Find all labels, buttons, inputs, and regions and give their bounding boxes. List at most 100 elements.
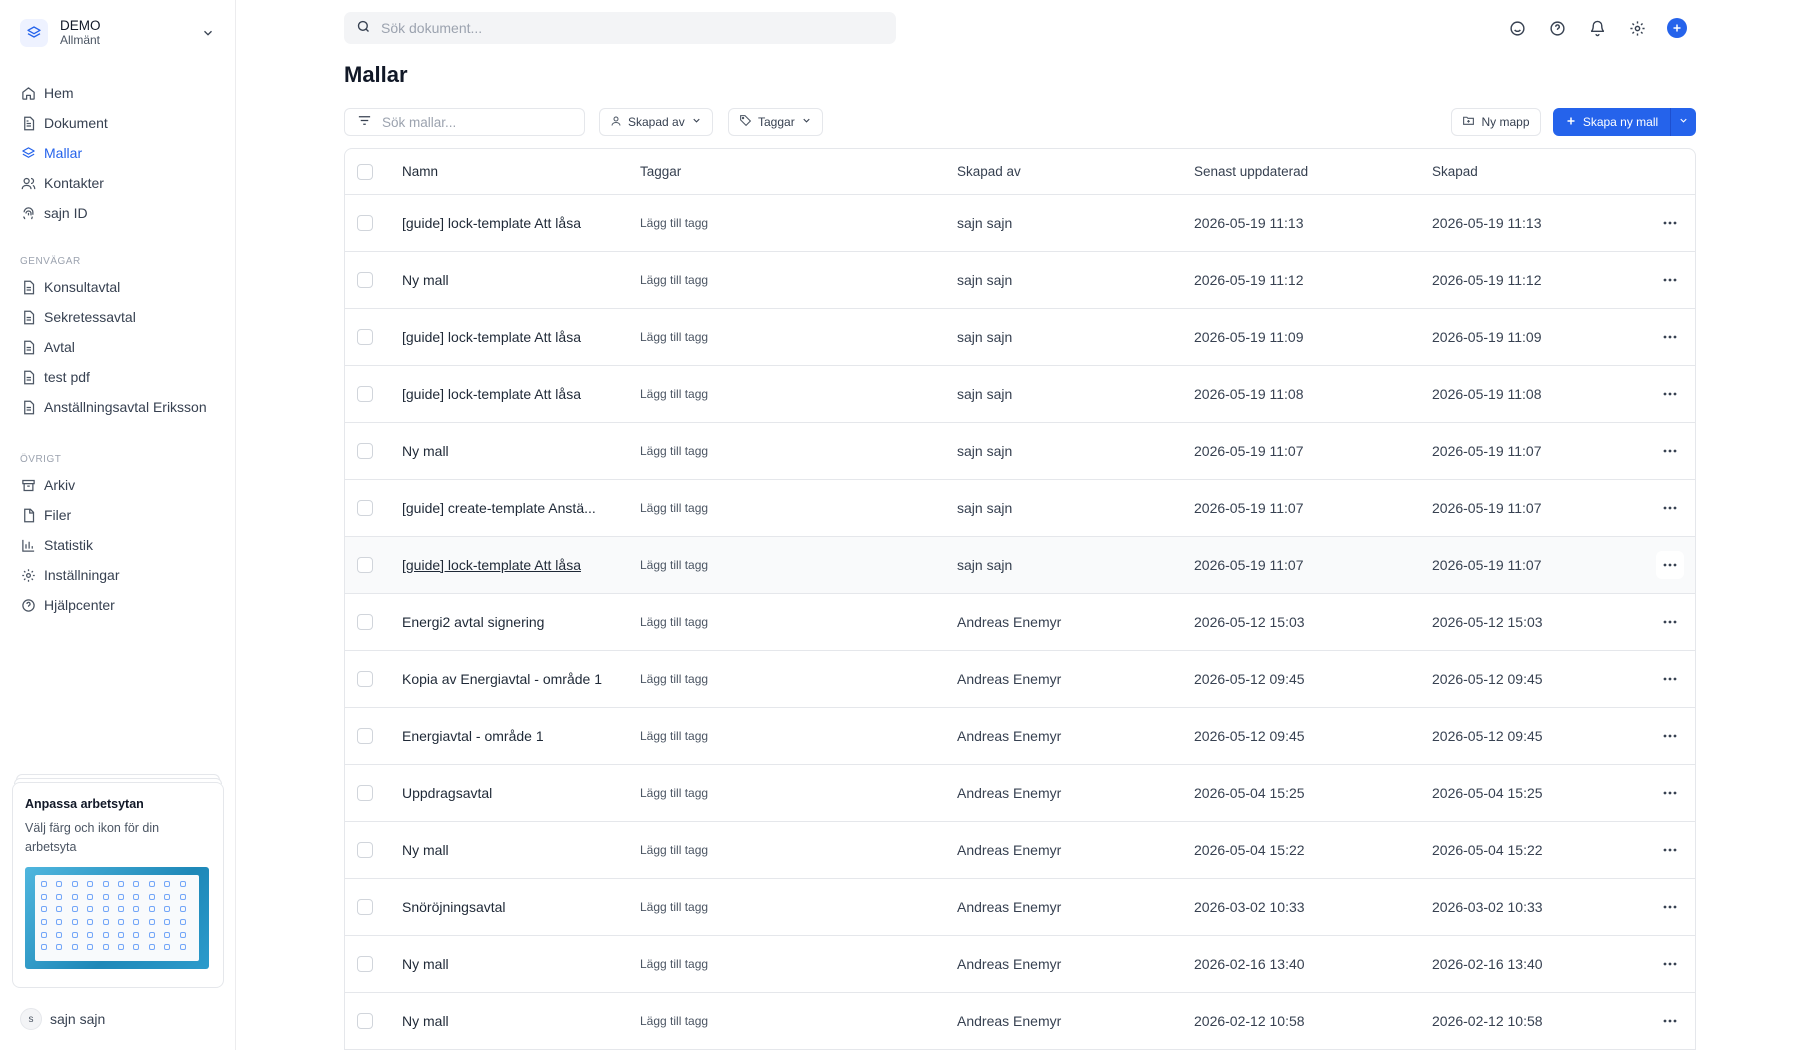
more-options-icon[interactable] bbox=[1656, 494, 1684, 522]
nav-item-statistik[interactable]: Statistik bbox=[20, 530, 220, 560]
created-by-dropdown[interactable]: Skapad av bbox=[599, 108, 713, 136]
create-template-main[interactable]: Skapa ny mall bbox=[1553, 108, 1670, 136]
more-options-icon[interactable] bbox=[1656, 836, 1684, 864]
row-checkbox[interactable] bbox=[357, 557, 373, 573]
row-checkbox[interactable] bbox=[357, 1013, 373, 1029]
row-checkbox[interactable] bbox=[357, 728, 373, 744]
add-tag-link[interactable]: Lägg till tagg bbox=[640, 216, 708, 230]
row-checkbox[interactable] bbox=[357, 899, 373, 915]
row-checkbox[interactable] bbox=[357, 671, 373, 687]
nav-item-arkiv[interactable]: Arkiv bbox=[20, 470, 220, 500]
table-row[interactable]: [guide] lock-template Att låsa Lägg till … bbox=[345, 195, 1695, 252]
template-name[interactable]: Ny mall bbox=[402, 956, 617, 972]
add-tag-link[interactable]: Lägg till tagg bbox=[640, 387, 708, 401]
new-folder-button[interactable]: Ny mapp bbox=[1451, 108, 1541, 136]
template-filter[interactable] bbox=[344, 108, 585, 136]
search-input[interactable] bbox=[381, 20, 861, 36]
add-tag-link[interactable]: Lägg till tagg bbox=[640, 501, 708, 515]
add-tag-link[interactable]: Lägg till tagg bbox=[640, 672, 708, 686]
table-row[interactable]: [guide] lock-template Att låsa Lägg till … bbox=[345, 537, 1695, 594]
table-row[interactable]: [guide] lock-template Att låsa Lägg till … bbox=[345, 366, 1695, 423]
row-checkbox[interactable] bbox=[357, 785, 373, 801]
more-options-icon[interactable] bbox=[1656, 779, 1684, 807]
add-tag-link[interactable]: Lägg till tagg bbox=[640, 786, 708, 800]
template-name[interactable]: Ny mall bbox=[402, 842, 617, 858]
more-options-icon[interactable] bbox=[1656, 380, 1684, 408]
template-name[interactable]: Energiavtal - område 1 bbox=[402, 728, 617, 744]
nav-item-kontakter[interactable]: Kontakter bbox=[20, 168, 220, 198]
row-checkbox[interactable] bbox=[357, 215, 373, 231]
select-all-checkbox[interactable] bbox=[357, 163, 373, 180]
table-row[interactable]: Ny mall Lägg till tagg Andreas Enemyr 2026-… bbox=[345, 822, 1695, 879]
add-tag-link[interactable]: Lägg till tagg bbox=[640, 615, 708, 629]
header-name[interactable]: Namn bbox=[402, 164, 617, 179]
customize-workspace-card[interactable]: Anpassa arbetsytan Välj färg och ikon fö… bbox=[12, 782, 224, 988]
add-tag-link[interactable]: Lägg till tagg bbox=[640, 729, 708, 743]
add-tag-link[interactable]: Lägg till tagg bbox=[640, 558, 708, 572]
more-options-icon[interactable] bbox=[1656, 323, 1684, 351]
row-checkbox[interactable] bbox=[357, 500, 373, 516]
row-checkbox[interactable] bbox=[357, 272, 373, 288]
nav-item-installningar[interactable]: Inställningar bbox=[20, 560, 220, 590]
more-options-icon[interactable] bbox=[1656, 722, 1684, 750]
document-search[interactable] bbox=[344, 12, 896, 44]
bell-icon[interactable] bbox=[1587, 18, 1607, 38]
template-name[interactable]: [guide] lock-template Att låsa bbox=[402, 329, 617, 345]
template-name[interactable]: Ny mall bbox=[402, 272, 617, 288]
header-created-by[interactable]: Skapad av bbox=[957, 164, 1021, 179]
more-options-icon[interactable] bbox=[1656, 1007, 1684, 1035]
table-row[interactable]: Ny mall Lägg till tagg Andreas Enemyr 2026-… bbox=[345, 936, 1695, 993]
row-checkbox[interactable] bbox=[357, 386, 373, 402]
header-created[interactable]: Skapad bbox=[1432, 164, 1478, 179]
shortcut-konsultavtal[interactable]: Konsultavtal bbox=[20, 272, 220, 302]
more-options-icon[interactable] bbox=[1656, 437, 1684, 465]
more-options-icon[interactable] bbox=[1656, 665, 1684, 693]
template-name[interactable]: Ny mall bbox=[402, 443, 617, 459]
more-options-icon[interactable] bbox=[1656, 266, 1684, 294]
row-checkbox[interactable] bbox=[357, 956, 373, 972]
table-row[interactable]: Energi2 avtal signering Lägg till tagg And… bbox=[345, 594, 1695, 651]
table-row[interactable]: Snöröjningsavtal Lägg till tagg Andreas En… bbox=[345, 879, 1695, 936]
filter-input[interactable] bbox=[382, 114, 582, 130]
template-name[interactable]: Ny mall bbox=[402, 1013, 617, 1029]
smiley-icon[interactable] bbox=[1507, 18, 1527, 38]
template-name[interactable]: [guide] create-template Anstä... bbox=[402, 500, 617, 516]
create-options-toggle[interactable] bbox=[1670, 108, 1696, 136]
header-tags[interactable]: Taggar bbox=[640, 164, 681, 179]
table-row[interactable]: Energiavtal - område 1 Lägg till tagg Andr… bbox=[345, 708, 1695, 765]
template-name[interactable]: Energi2 avtal signering bbox=[402, 614, 617, 630]
table-row[interactable]: Kopia av Energiavtal - område 1 Lägg till… bbox=[345, 651, 1695, 708]
nav-item-hjalpcenter[interactable]: Hjälpcenter bbox=[20, 590, 220, 620]
row-checkbox[interactable] bbox=[357, 443, 373, 459]
row-checkbox[interactable] bbox=[357, 614, 373, 630]
nav-item-hem[interactable]: Hem bbox=[20, 78, 220, 108]
add-tag-link[interactable]: Lägg till tagg bbox=[640, 330, 708, 344]
table-row[interactable]: [guide] lock-template Att låsa Lägg till … bbox=[345, 309, 1695, 366]
more-options-icon[interactable] bbox=[1656, 209, 1684, 237]
add-tag-link[interactable]: Lägg till tagg bbox=[640, 1014, 708, 1028]
row-checkbox[interactable] bbox=[357, 842, 373, 858]
user-menu[interactable]: s sajn sajn bbox=[20, 1008, 105, 1030]
table-row[interactable]: Ny mall Lägg till tagg sajn sajn 2026-05-19… bbox=[345, 423, 1695, 480]
nav-item-sajn-id[interactable]: sajn ID bbox=[20, 198, 220, 228]
workspace-switcher[interactable]: DEMO Allmänt bbox=[20, 16, 216, 50]
template-name[interactable]: [guide] lock-template Att låsa bbox=[402, 386, 617, 402]
nav-item-mallar[interactable]: Mallar bbox=[20, 138, 220, 168]
chevron-down-icon[interactable] bbox=[200, 25, 216, 41]
table-row[interactable]: [guide] create-template Anstä... Lägg til… bbox=[345, 480, 1695, 537]
row-checkbox[interactable] bbox=[357, 329, 373, 345]
template-name[interactable]: [guide] lock-template Att låsa bbox=[402, 557, 617, 573]
more-options-icon[interactable] bbox=[1656, 608, 1684, 636]
plus-circle-icon[interactable] bbox=[1667, 18, 1687, 38]
add-tag-link[interactable]: Lägg till tagg bbox=[640, 900, 708, 914]
add-tag-link[interactable]: Lägg till tagg bbox=[640, 273, 708, 287]
more-options-icon[interactable] bbox=[1656, 893, 1684, 921]
template-name[interactable]: Uppdragsavtal bbox=[402, 785, 617, 801]
shortcut-sekretessavtal[interactable]: Sekretessavtal bbox=[20, 302, 220, 332]
shortcut-test-pdf[interactable]: test pdf bbox=[20, 362, 220, 392]
template-name[interactable]: Kopia av Energiavtal - område 1 bbox=[402, 671, 617, 687]
add-tag-link[interactable]: Lägg till tagg bbox=[640, 843, 708, 857]
table-row[interactable]: Ny mall Lägg till tagg sajn sajn 2026-05-19… bbox=[345, 252, 1695, 309]
table-row[interactable]: Uppdragsavtal Lägg till tagg Andreas Enemy… bbox=[345, 765, 1695, 822]
add-tag-link[interactable]: Lägg till tagg bbox=[640, 957, 708, 971]
